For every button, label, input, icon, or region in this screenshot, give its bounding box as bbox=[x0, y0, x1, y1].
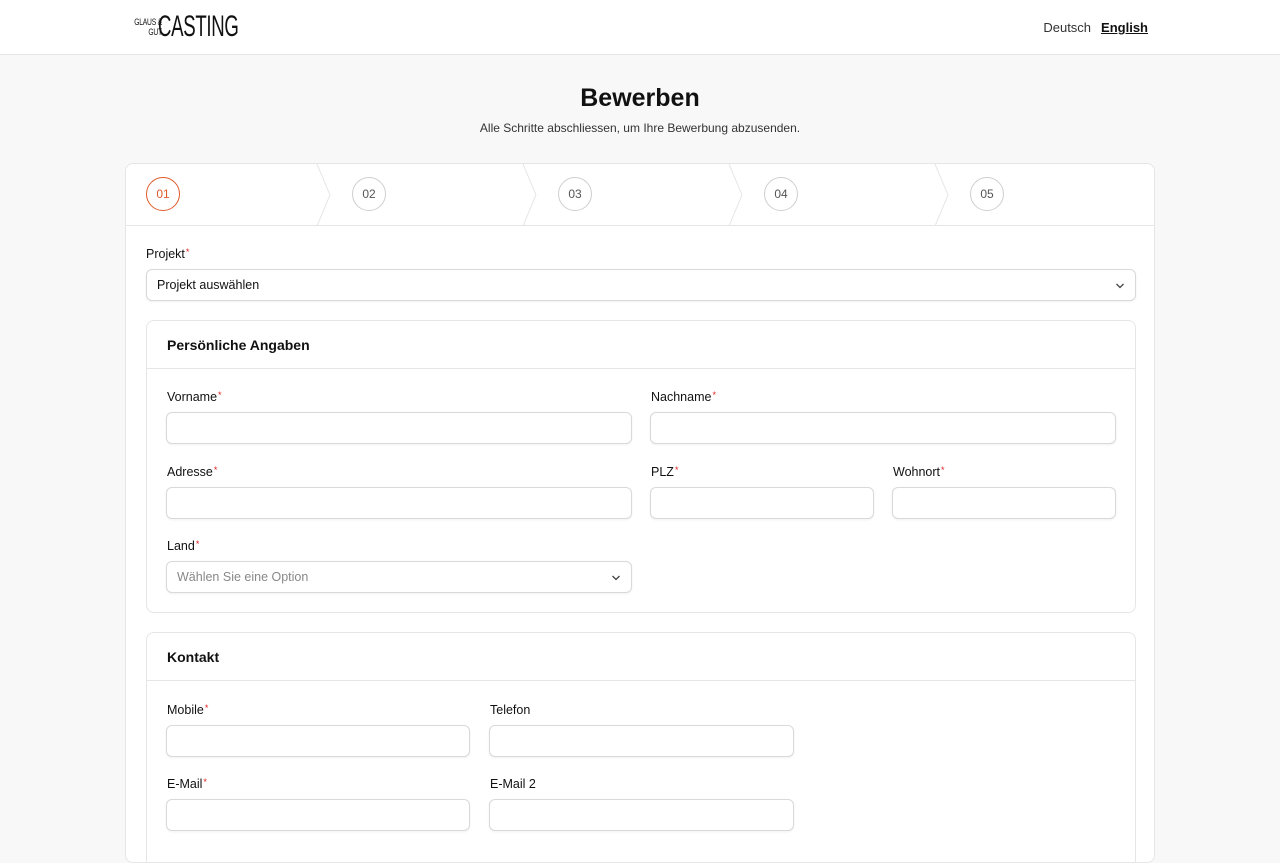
email2-label-text: E-Mail 2 bbox=[490, 777, 536, 791]
phone-input[interactable] bbox=[489, 725, 794, 757]
section-header: Kontakt bbox=[147, 633, 1135, 681]
logo[interactable]: GLAUS & GUT CASTING bbox=[125, 12, 288, 42]
application-form: 01 02 03 04 05 Projekt* Projekt auswähle… bbox=[125, 163, 1155, 863]
lastname-label-text: Nachname bbox=[651, 390, 712, 404]
personal-details-section: Persönliche Angaben Vorname* Nachname* A… bbox=[146, 320, 1136, 613]
step-4[interactable]: 04 bbox=[764, 177, 798, 211]
mobile-label-text: Mobile bbox=[167, 703, 204, 717]
contact-section: Kontakt Mobile* Telefon E-Mail* E-Mail 2 bbox=[146, 632, 1136, 862]
chevron-down-icon bbox=[1116, 283, 1124, 289]
country-label-text: Land bbox=[167, 539, 195, 553]
lastname-label: Nachname* bbox=[651, 390, 716, 404]
mobile-input[interactable] bbox=[166, 725, 470, 757]
required-marker: * bbox=[712, 390, 716, 400]
required-marker: * bbox=[204, 703, 209, 713]
section-header: Persönliche Angaben bbox=[147, 321, 1135, 369]
firstname-input[interactable] bbox=[166, 412, 632, 444]
section-title-personal: Persönliche Angaben bbox=[167, 337, 310, 353]
city-label: Wohnort* bbox=[893, 465, 945, 479]
lang-deutsch[interactable]: Deutsch bbox=[1043, 20, 1091, 35]
step-divider-icon bbox=[934, 164, 949, 226]
email2-label: E-Mail 2 bbox=[490, 777, 536, 791]
required-marker: * bbox=[674, 465, 679, 475]
required-marker: * bbox=[203, 777, 207, 787]
required-marker: * bbox=[218, 390, 222, 400]
project-select[interactable]: Projekt auswählen bbox=[146, 269, 1136, 301]
step-5[interactable]: 05 bbox=[970, 177, 1004, 211]
project-label-text: Projekt bbox=[146, 247, 185, 261]
page-subtitle: Alle Schritte abschliessen, um Ihre Bewe… bbox=[479, 121, 801, 135]
page-title: Bewerben bbox=[580, 84, 700, 112]
required-marker: * bbox=[213, 465, 218, 475]
firstname-label-text: Vorname bbox=[167, 390, 218, 404]
zip-input[interactable] bbox=[650, 487, 874, 519]
step-divider-icon bbox=[522, 164, 537, 226]
step-3[interactable]: 03 bbox=[558, 177, 592, 211]
country-select[interactable]: Wählen Sie eine Option bbox=[166, 561, 632, 593]
email-label: E-Mail* bbox=[167, 777, 207, 791]
country-select-placeholder: Wählen Sie eine Option bbox=[177, 570, 309, 584]
email-input[interactable] bbox=[166, 799, 470, 831]
firstname-label: Vorname* bbox=[167, 390, 222, 404]
country-label: Land* bbox=[167, 539, 199, 553]
zip-label-text: PLZ bbox=[651, 465, 674, 479]
email-label-text: E-Mail bbox=[167, 777, 203, 791]
mobile-label: Mobile* bbox=[167, 703, 208, 717]
required-marker: * bbox=[941, 465, 945, 475]
stepper: 01 02 03 04 05 bbox=[126, 164, 1154, 226]
address-label-text: Adresse bbox=[167, 465, 213, 479]
phone-label: Telefon bbox=[490, 703, 530, 717]
logo-casting: CASTING bbox=[157, 10, 239, 43]
project-label: Projekt* bbox=[146, 247, 189, 261]
step-divider-icon bbox=[728, 164, 743, 226]
zip-label: PLZ* bbox=[651, 465, 678, 479]
chevron-down-icon bbox=[612, 575, 620, 581]
step-1[interactable]: 01 bbox=[146, 177, 180, 211]
required-marker: * bbox=[195, 539, 200, 549]
city-label-text: Wohnort bbox=[893, 465, 941, 479]
section-title-contact: Kontakt bbox=[167, 649, 220, 665]
top-bar: GLAUS & GUT CASTING Deutsch English bbox=[0, 0, 1280, 55]
email2-input[interactable] bbox=[489, 799, 794, 831]
language-switcher: Deutsch English bbox=[1043, 20, 1148, 35]
city-input[interactable] bbox=[892, 487, 1116, 519]
project-select-value: Projekt auswählen bbox=[157, 278, 260, 292]
step-2[interactable]: 02 bbox=[352, 177, 386, 211]
required-marker: * bbox=[185, 247, 190, 257]
lang-english[interactable]: English bbox=[1101, 20, 1148, 35]
address-input[interactable] bbox=[166, 487, 632, 519]
phone-label-text: Telefon bbox=[490, 703, 531, 717]
lastname-input[interactable] bbox=[650, 412, 1116, 444]
step-divider-icon bbox=[316, 164, 331, 226]
address-label: Adresse* bbox=[167, 465, 217, 479]
